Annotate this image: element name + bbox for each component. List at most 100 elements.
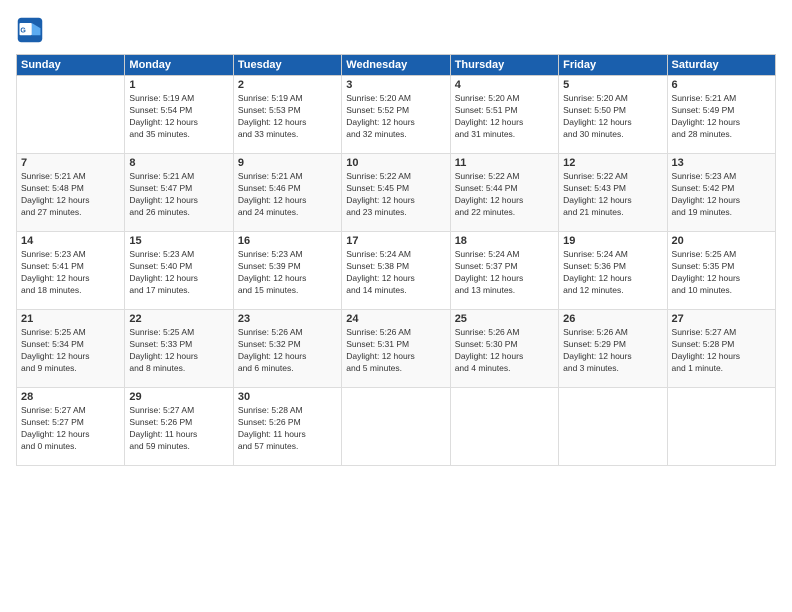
day-info: Sunrise: 5:19 AM Sunset: 5:53 PM Dayligh… [238,93,337,141]
week-row-2: 7 Sunrise: 5:21 AM Sunset: 5:48 PM Daylig… [17,154,776,232]
day-info: Sunrise: 5:26 AM Sunset: 5:29 PM Dayligh… [563,327,662,375]
day-number: 18 [455,235,554,247]
day-number: 14 [21,235,120,247]
calendar-table: SundayMondayTuesdayWednesdayThursdayFrid… [16,54,776,466]
weekday-header-monday: Monday [125,55,233,76]
day-cell: 2 Sunrise: 5:19 AM Sunset: 5:53 PM Daylig… [233,76,341,154]
day-number: 2 [238,79,337,91]
day-number: 24 [346,313,445,325]
weekday-header-row: SundayMondayTuesdayWednesdayThursdayFrid… [17,55,776,76]
day-info: Sunrise: 5:20 AM Sunset: 5:51 PM Dayligh… [455,93,554,141]
day-info: Sunrise: 5:21 AM Sunset: 5:49 PM Dayligh… [672,93,771,141]
day-cell: 4 Sunrise: 5:20 AM Sunset: 5:51 PM Daylig… [450,76,558,154]
day-number: 8 [129,157,228,169]
week-row-5: 28Sunrise: 5:27 AM Sunset: 5:27 PM Dayli… [17,388,776,466]
day-number: 6 [672,79,771,91]
weekday-header-thursday: Thursday [450,55,558,76]
day-info: Sunrise: 5:25 AM Sunset: 5:33 PM Dayligh… [129,327,228,375]
day-number: 29 [129,391,228,403]
day-info: Sunrise: 5:23 AM Sunset: 5:40 PM Dayligh… [129,249,228,297]
day-info: Sunrise: 5:24 AM Sunset: 5:36 PM Dayligh… [563,249,662,297]
day-number: 16 [238,235,337,247]
day-number: 25 [455,313,554,325]
day-cell: 21 Sunrise: 5:25 AM Sunset: 5:34 PM Dayli… [17,310,125,388]
day-number: 5 [563,79,662,91]
day-number: 22 [129,313,228,325]
day-info: Sunrise: 5:19 AM Sunset: 5:54 PM Dayligh… [129,93,228,141]
day-info: Sunrise: 5:26 AM Sunset: 5:32 PM Dayligh… [238,327,337,375]
day-info: Sunrise: 5:27 AM Sunset: 5:26 PM Dayligh… [129,405,228,453]
day-info: Sunrise: 5:23 AM Sunset: 5:41 PM Dayligh… [21,249,120,297]
day-cell: 22 Sunrise: 5:25 AM Sunset: 5:33 PM Dayli… [125,310,233,388]
day-info: Sunrise: 5:22 AM Sunset: 5:43 PM Dayligh… [563,171,662,219]
svg-text:G: G [20,28,26,35]
weekday-header-wednesday: Wednesday [342,55,450,76]
day-number: 19 [563,235,662,247]
day-number: 12 [563,157,662,169]
day-info: Sunrise: 5:26 AM Sunset: 5:31 PM Dayligh… [346,327,445,375]
day-number: 28 [21,391,120,403]
day-number: 4 [455,79,554,91]
header: G [16,16,776,44]
day-number: 30 [238,391,337,403]
day-cell: 5Sunrise: 5:20 AM Sunset: 5:50 PM Daylig… [559,76,667,154]
day-number: 7 [21,157,120,169]
day-cell: 10 Sunrise: 5:22 AM Sunset: 5:45 PM Dayli… [342,154,450,232]
day-cell: 17Sunrise: 5:24 AM Sunset: 5:38 PM Dayli… [342,232,450,310]
day-cell: 15 Sunrise: 5:23 AM Sunset: 5:40 PM Dayli… [125,232,233,310]
day-info: Sunrise: 5:21 AM Sunset: 5:46 PM Dayligh… [238,171,337,219]
day-cell: 7 Sunrise: 5:21 AM Sunset: 5:48 PM Daylig… [17,154,125,232]
day-number: 10 [346,157,445,169]
day-cell: 27 Sunrise: 5:27 AM Sunset: 5:28 PM Dayli… [667,310,775,388]
day-number: 17 [346,235,445,247]
day-info: Sunrise: 5:28 AM Sunset: 5:26 PM Dayligh… [238,405,337,453]
day-info: Sunrise: 5:21 AM Sunset: 5:47 PM Dayligh… [129,171,228,219]
day-info: Sunrise: 5:21 AM Sunset: 5:48 PM Dayligh… [21,171,120,219]
week-row-3: 14 Sunrise: 5:23 AM Sunset: 5:41 PM Dayli… [17,232,776,310]
day-number: 27 [672,313,771,325]
day-cell: 19 Sunrise: 5:24 AM Sunset: 5:36 PM Dayli… [559,232,667,310]
day-cell [559,388,667,466]
day-cell: 8 Sunrise: 5:21 AM Sunset: 5:47 PM Daylig… [125,154,233,232]
day-number: 1 [129,79,228,91]
weekday-header-sunday: Sunday [17,55,125,76]
weekday-header-friday: Friday [559,55,667,76]
day-number: 15 [129,235,228,247]
day-info: Sunrise: 5:27 AM Sunset: 5:28 PM Dayligh… [672,327,771,375]
day-info: Sunrise: 5:22 AM Sunset: 5:44 PM Dayligh… [455,171,554,219]
day-cell: 29 Sunrise: 5:27 AM Sunset: 5:26 PM Dayli… [125,388,233,466]
day-cell [667,388,775,466]
day-info: Sunrise: 5:23 AM Sunset: 5:39 PM Dayligh… [238,249,337,297]
day-info: Sunrise: 5:20 AM Sunset: 5:52 PM Dayligh… [346,93,445,141]
day-number: 3 [346,79,445,91]
day-cell: 9 Sunrise: 5:21 AM Sunset: 5:46 PM Daylig… [233,154,341,232]
day-number: 21 [21,313,120,325]
day-number: 9 [238,157,337,169]
day-cell: 23Sunrise: 5:26 AM Sunset: 5:32 PM Dayli… [233,310,341,388]
logo: G [16,16,48,44]
day-info: Sunrise: 5:22 AM Sunset: 5:45 PM Dayligh… [346,171,445,219]
day-info: Sunrise: 5:24 AM Sunset: 5:37 PM Dayligh… [455,249,554,297]
week-row-4: 21 Sunrise: 5:25 AM Sunset: 5:34 PM Dayli… [17,310,776,388]
day-number: 26 [563,313,662,325]
day-cell: 28Sunrise: 5:27 AM Sunset: 5:27 PM Dayli… [17,388,125,466]
day-cell: 14 Sunrise: 5:23 AM Sunset: 5:41 PM Dayli… [17,232,125,310]
day-cell [17,76,125,154]
weekday-header-saturday: Saturday [667,55,775,76]
day-cell: 6 Sunrise: 5:21 AM Sunset: 5:49 PM Daylig… [667,76,775,154]
day-cell: 26 Sunrise: 5:26 AM Sunset: 5:29 PM Dayli… [559,310,667,388]
day-cell: 30 Sunrise: 5:28 AM Sunset: 5:26 PM Dayli… [233,388,341,466]
page: G SundayMondayTuesdayWednesdayThursdayFr… [0,0,792,612]
day-cell: 12 Sunrise: 5:22 AM Sunset: 5:43 PM Dayli… [559,154,667,232]
day-info: Sunrise: 5:25 AM Sunset: 5:35 PM Dayligh… [672,249,771,297]
day-cell: 13 Sunrise: 5:23 AM Sunset: 5:42 PM Dayli… [667,154,775,232]
day-info: Sunrise: 5:25 AM Sunset: 5:34 PM Dayligh… [21,327,120,375]
week-row-1: 1 Sunrise: 5:19 AM Sunset: 5:54 PM Daylig… [17,76,776,154]
day-cell [450,388,558,466]
day-cell: 11Sunrise: 5:22 AM Sunset: 5:44 PM Dayli… [450,154,558,232]
day-number: 13 [672,157,771,169]
day-number: 20 [672,235,771,247]
logo-icon: G [16,16,44,44]
day-info: Sunrise: 5:23 AM Sunset: 5:42 PM Dayligh… [672,171,771,219]
day-cell: 20 Sunrise: 5:25 AM Sunset: 5:35 PM Dayli… [667,232,775,310]
